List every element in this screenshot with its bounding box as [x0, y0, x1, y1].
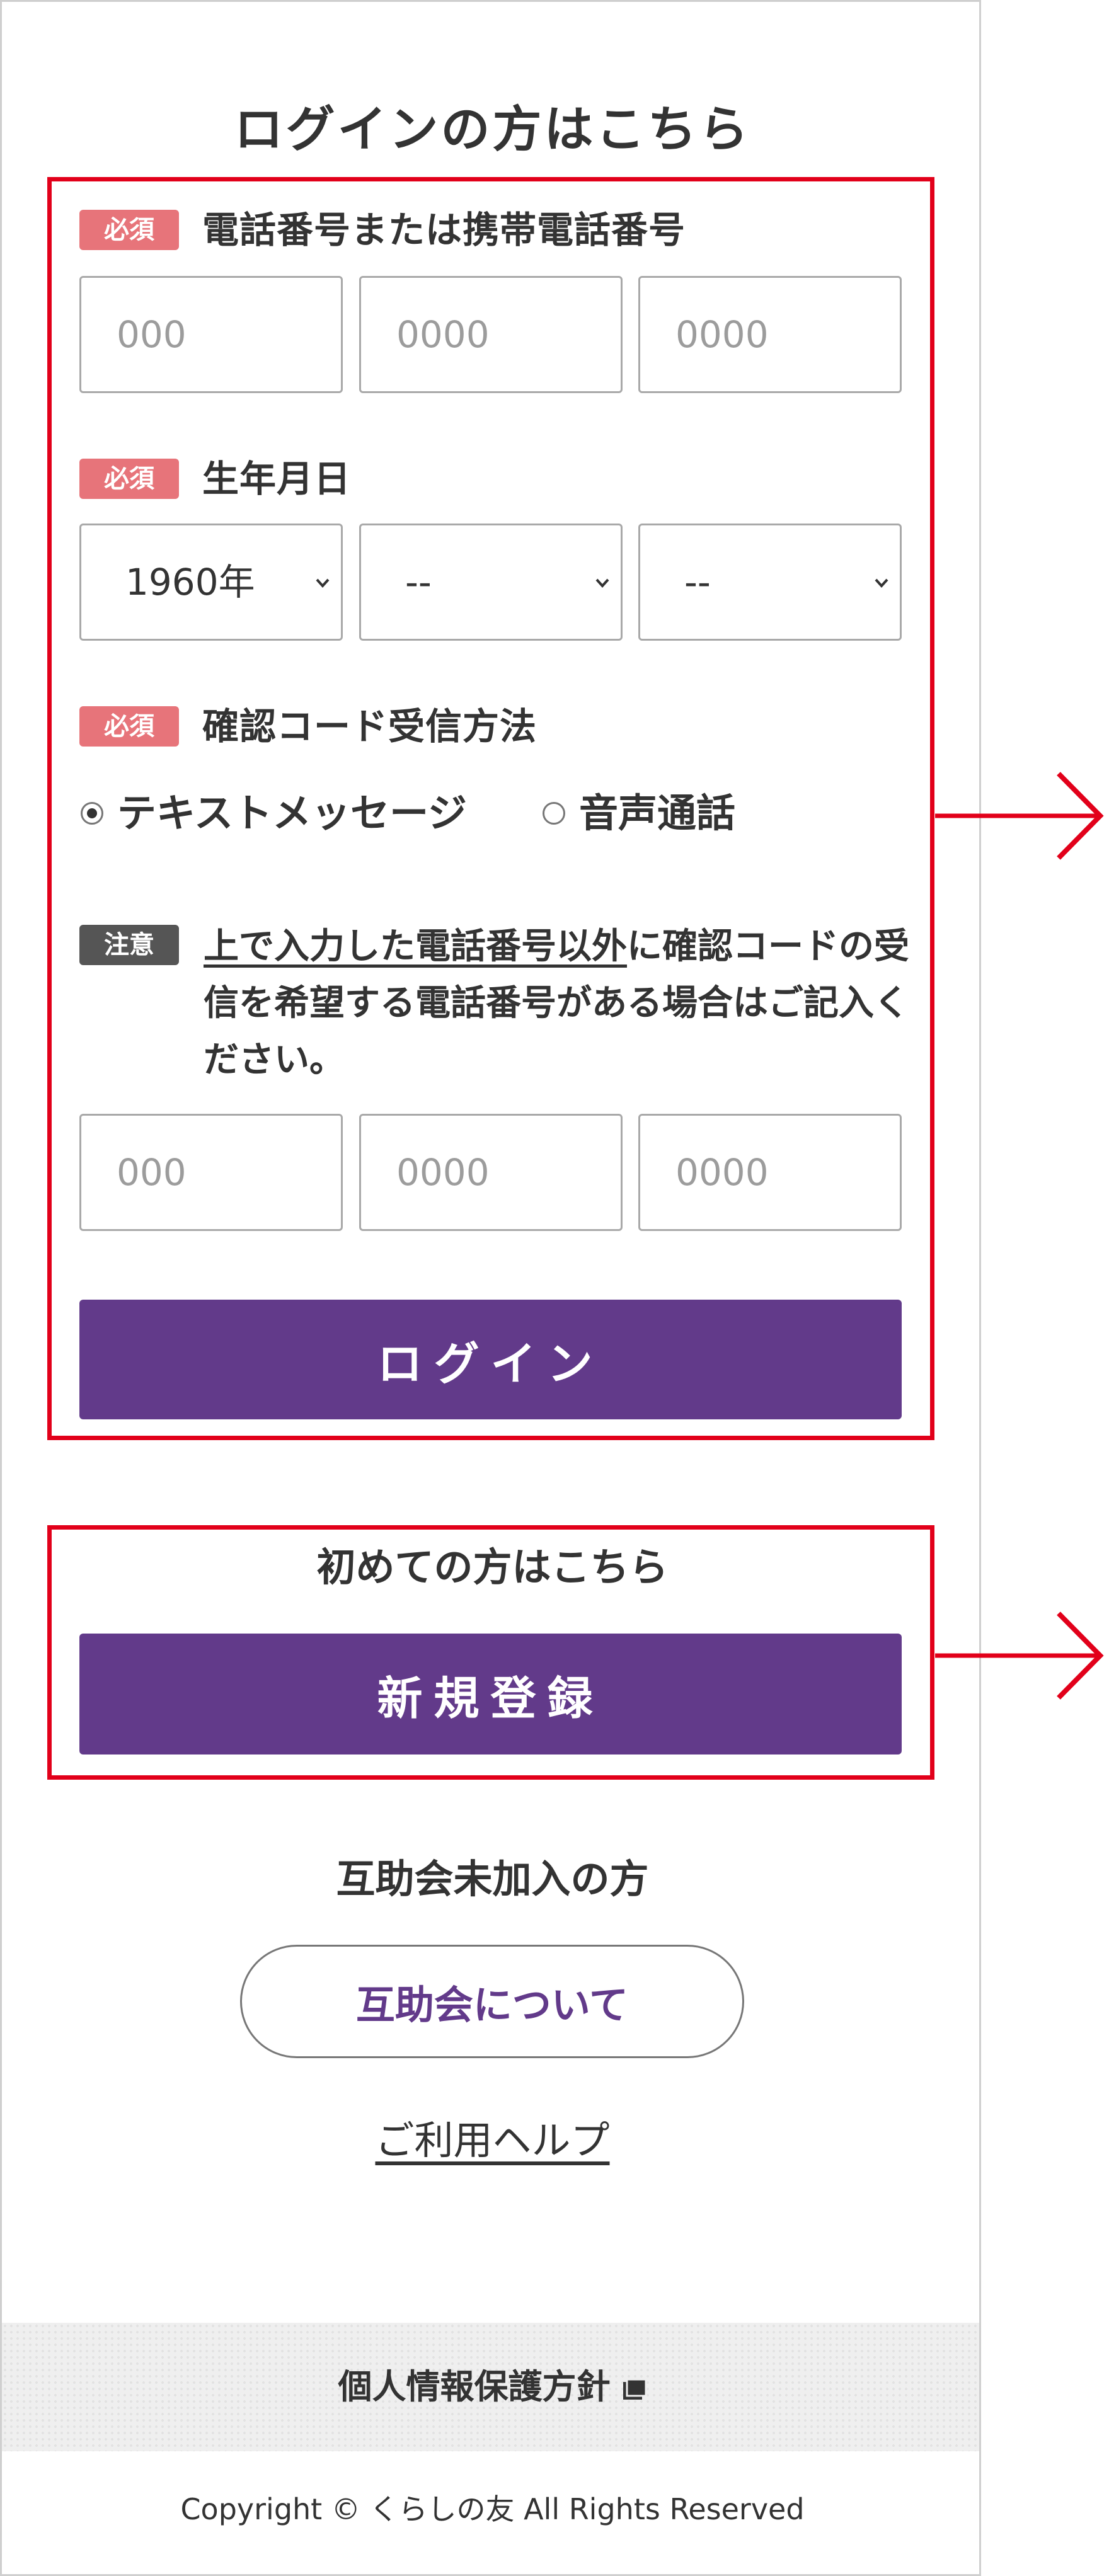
birth-day-select[interactable]: -- [638, 524, 902, 641]
privacy-policy-link[interactable]: 個人情報保護方針 [2, 2359, 979, 2415]
footer-band: 個人情報保護方針 [2, 2323, 979, 2451]
radio-voice-call-label: 音声通話 [579, 790, 736, 836]
alt-phone-part-1-input[interactable] [79, 1114, 343, 1231]
mobile-login-page: ログインの方はこちら 必須 電話番号または携帯電話番号 必須 生年月日 1960… [0, 0, 981, 2576]
required-badge: 必須 [79, 706, 179, 747]
non-member-heading: 互助会未加入の方 [336, 1856, 649, 1902]
register-button[interactable]: 新規登録 [79, 1634, 902, 1755]
birth-month-select[interactable]: -- [359, 524, 623, 641]
privacy-policy-label: 個人情報保護方針 [338, 2367, 611, 2407]
phone-part-3-input[interactable] [638, 276, 902, 393]
chevron-down-icon [316, 578, 330, 588]
radio-text-message[interactable]: テキストメッセージ [79, 788, 508, 839]
verification-method-label: 確認コード受信方法 [202, 705, 537, 748]
birthdate-label: 生年月日 [202, 457, 352, 500]
copyright: Copyright © くらしの友 All Rights Reserved [180, 2492, 805, 2526]
chevron-down-icon [875, 578, 888, 588]
required-badge: 必須 [79, 210, 179, 250]
login-button[interactable]: ログイン [79, 1300, 902, 1419]
help-link[interactable]: ご利用ヘルプ [375, 2117, 609, 2163]
phone-part-2-input[interactable] [359, 276, 623, 393]
help-link-container: ご利用ヘルプ [2, 2112, 979, 2169]
new-window-icon [623, 2378, 646, 2400]
alt-phone-part-2-input[interactable] [359, 1114, 623, 1231]
notice-badge: 注意 [79, 925, 179, 965]
phone-part-1-input[interactable] [79, 276, 343, 393]
radio-voice-call[interactable]: 音声通話 [543, 788, 757, 839]
alt-phone-note-emphasis: 上で入力した電話番号以外 [204, 926, 627, 967]
alt-phone-note: 上で入力した電話番号以外に確認コードの受信を希望する電話番号がある場合はご記入く… [204, 919, 909, 1089]
radio-text-message-label: テキストメッセージ [117, 790, 467, 836]
arrow-right-icon [935, 1611, 1104, 1700]
chevron-down-icon [595, 578, 609, 588]
about-gojokai-button[interactable]: 互助会について [240, 1945, 744, 2058]
birth-day-value: -- [684, 561, 711, 604]
birth-year-value: 1960年 [125, 561, 255, 604]
birth-year-select[interactable]: 1960年 [79, 524, 343, 641]
page-title: ログインの方はこちら [234, 101, 751, 158]
radio-unchecked-icon [543, 802, 565, 825]
radio-checked-icon [81, 802, 103, 825]
phone-label: 電話番号または携帯電話番号 [202, 209, 686, 251]
birth-month-value: -- [405, 561, 432, 604]
required-badge: 必須 [79, 459, 179, 499]
alt-phone-part-3-input[interactable] [638, 1114, 902, 1231]
new-user-heading: 初めての方はこちら [316, 1544, 669, 1590]
arrow-right-icon [935, 772, 1104, 860]
